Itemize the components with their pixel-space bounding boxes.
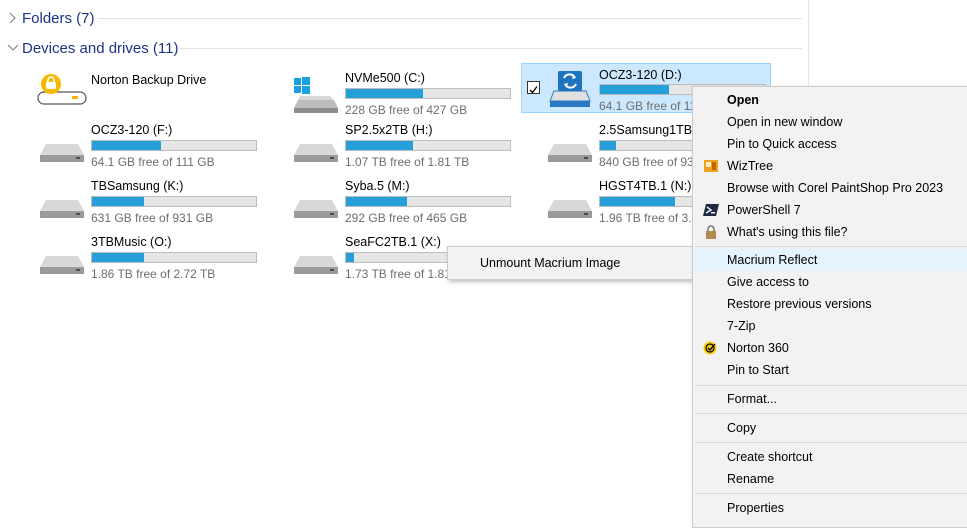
drive-free-space: 1.07 TB free of 1.81 TB <box>345 155 470 169</box>
drive-usage-bar <box>345 140 511 151</box>
hard-drive-icon <box>290 178 344 222</box>
context-menu: Open Open in new window Pin to Quick acc… <box>692 86 967 528</box>
menu-powershell[interactable]: PowerShell 7 <box>693 199 967 221</box>
menu-format[interactable]: Format... <box>693 388 967 410</box>
hard-drive-icon <box>36 122 90 166</box>
drive-free-space: 1.86 TB free of 2.72 TB <box>91 267 216 281</box>
macrium-image-drive-icon <box>548 67 602 111</box>
hard-drive-icon <box>544 178 598 222</box>
drive-norton-backup[interactable]: Norton Backup Drive <box>36 66 286 116</box>
menu-separator <box>695 385 967 386</box>
wiztree-icon <box>703 159 719 173</box>
unmount-macrium-image-item[interactable]: Unmount Macrium Image <box>480 256 620 270</box>
drive-free-space: 631 GB free of 931 GB <box>91 211 214 225</box>
powershell-icon <box>703 203 719 217</box>
drive-usage-bar <box>345 196 511 207</box>
drive-usage-bar <box>91 252 257 263</box>
drive-h[interactable]: SP2.5x2TB (H:) 1.07 TB free of 1.81 TB <box>290 118 540 169</box>
drive-free-space: 228 GB free of 427 GB <box>345 103 468 117</box>
menu-give-access[interactable]: Give access to <box>693 271 967 293</box>
drive-name: 3TBMusic (O:) <box>91 235 172 249</box>
drive-n[interactable]: HGST4TB.1 (N:) 1.96 TB free of 3.6 <box>544 174 692 224</box>
folders-group-header[interactable]: Folders (7) <box>6 8 95 28</box>
drive-free-space: 840 GB free of 931 <box>599 155 692 168</box>
drive-name: TBSamsung (K:) <box>91 179 184 193</box>
menu-create-shortcut[interactable]: Create shortcut <box>693 446 967 468</box>
drive-o[interactable]: 3TBMusic (O:) 1.86 TB free of 2.72 TB <box>36 230 286 281</box>
menu-norton-360[interactable]: Norton 360 <box>693 337 967 359</box>
hard-drive-icon <box>290 122 344 166</box>
devices-group-label: Devices and drives (11) <box>22 39 179 57</box>
drive-samsung-1tb[interactable]: 2.5Samsung1TB-1 840 GB free of 931 <box>544 118 692 168</box>
menu-whats-using-file[interactable]: What's using this file? <box>693 221 967 243</box>
drive-m[interactable]: Syba.5 (M:) 292 GB free of 465 GB <box>290 174 540 225</box>
drive-free-space: 64.1 GB free of 111 <box>599 99 702 113</box>
drive-usage-bar <box>599 140 692 151</box>
menu-7zip[interactable]: 7-Zip <box>693 315 967 337</box>
drive-usage-bar <box>599 196 692 207</box>
drive-free-space: 1.73 TB free of 1.81 <box>345 267 447 280</box>
menu-separator <box>695 413 967 414</box>
macrium-submenu: Unmount Macrium Image <box>447 246 695 280</box>
menu-wiztree[interactable]: WizTree <box>693 155 967 177</box>
drive-k[interactable]: TBSamsung (K:) 631 GB free of 931 GB <box>36 174 286 225</box>
drive-c[interactable]: NVMe500 (C:) 228 GB free of 427 GB <box>290 66 540 117</box>
drive-name: HGST4TB.1 (N:) <box>599 179 692 193</box>
drive-free-space: 64.1 GB free of 111 GB <box>91 155 215 169</box>
drive-f[interactable]: OCZ3-120 (F:) 64.1 GB free of 111 GB <box>36 118 286 169</box>
chevron-right-icon <box>6 11 20 25</box>
drive-name: SeaFC2TB.1 (X:) <box>345 235 441 249</box>
hard-drive-icon <box>36 178 90 222</box>
devices-group-divider <box>180 48 802 49</box>
drive-usage-bar <box>91 196 257 207</box>
menu-separator <box>695 442 967 443</box>
drive-name: OCZ3-120 (F:) <box>91 123 173 137</box>
drive-free-space: 292 GB free of 465 GB <box>345 211 468 225</box>
drive-name: SP2.5x2TB (H:) <box>345 123 433 137</box>
drive-usage-bar <box>345 88 511 99</box>
hard-drive-icon <box>290 234 344 278</box>
menu-macrium-reflect[interactable]: Macrium Reflect <box>693 249 967 271</box>
drive-name: Norton Backup Drive <box>91 73 207 87</box>
menu-separator <box>695 246 967 247</box>
menu-open[interactable]: Open <box>693 89 967 111</box>
devices-group-header[interactable]: Devices and drives (11) <box>6 38 178 58</box>
menu-properties[interactable]: Properties <box>693 497 967 519</box>
windows-drive-icon <box>290 70 344 114</box>
menu-separator <box>695 493 967 494</box>
folders-group-label: Folders (7) <box>22 9 95 27</box>
folders-group-divider <box>98 18 802 19</box>
drive-name: NVMe500 (C:) <box>345 71 425 85</box>
chevron-down-icon <box>6 41 20 55</box>
drive-name: OCZ3-120 (D:) <box>599 68 682 82</box>
drive-name: Syba.5 (M:) <box>345 179 410 193</box>
menu-pin-to-start[interactable]: Pin to Start <box>693 359 967 381</box>
menu-corel-paintshop[interactable]: Browse with Corel PaintShop Pro 2023 <box>693 177 967 199</box>
menu-restore-previous[interactable]: Restore previous versions <box>693 293 967 315</box>
norton-icon <box>703 341 719 355</box>
lock-icon <box>703 225 719 239</box>
drive-usage-bar <box>345 252 447 263</box>
drive-name: 2.5Samsung1TB-1 <box>599 123 692 137</box>
drive-x[interactable]: SeaFC2TB.1 (X:) 1.73 TB free of 1.81 <box>290 230 447 280</box>
menu-pin-quick-access[interactable]: Pin to Quick access <box>693 133 967 155</box>
hard-drive-icon <box>544 122 598 166</box>
norton-backup-drive-icon <box>36 70 90 114</box>
drive-usage-bar <box>91 140 257 151</box>
hard-drive-icon <box>36 234 90 278</box>
menu-open-new-window[interactable]: Open in new window <box>693 111 967 133</box>
selection-checkbox[interactable] <box>527 81 540 94</box>
menu-copy[interactable]: Copy <box>693 417 967 439</box>
menu-rename[interactable]: Rename <box>693 468 967 490</box>
drive-free-space: 1.96 TB free of 3.6 <box>599 211 692 224</box>
